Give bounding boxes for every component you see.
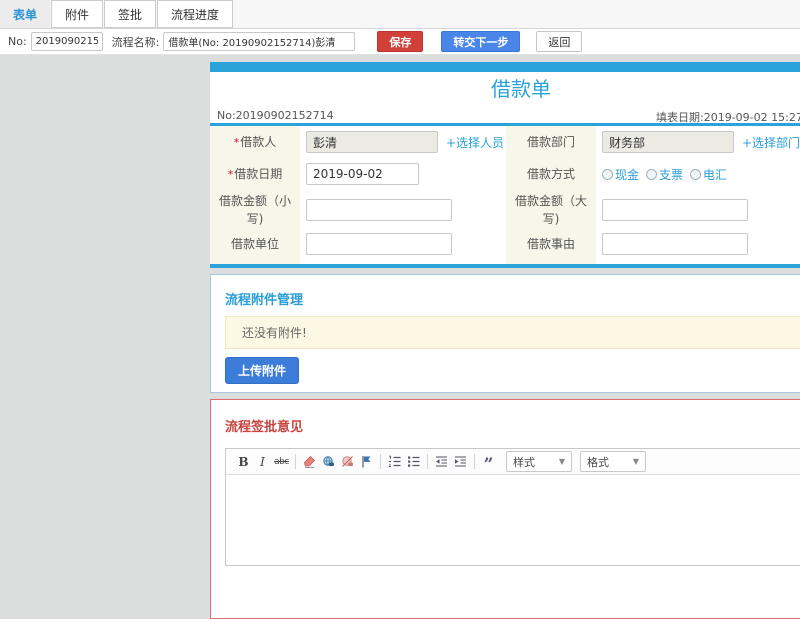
link-icon[interactable]: [319, 452, 338, 471]
no-input[interactable]: [30, 32, 103, 51]
reason-label: 借款事由: [506, 230, 596, 258]
anchor-flag-icon[interactable]: [357, 452, 376, 471]
bold-icon[interactable]: B: [234, 452, 253, 471]
amount-upper-input[interactable]: [602, 199, 748, 221]
amount-upper-field: [596, 190, 800, 230]
approval-section: 流程签批意见 B I abc ” 样式 ▼ 格式 ▼: [210, 399, 800, 619]
styles-combo[interactable]: 样式 ▼: [506, 451, 572, 472]
format-combo[interactable]: 格式 ▼: [580, 451, 646, 472]
flow-name-label: 流程名称:: [111, 35, 160, 49]
toolbar-separator: [427, 454, 428, 469]
back-button[interactable]: 返回: [536, 31, 583, 52]
blockquote-icon[interactable]: ”: [479, 452, 498, 475]
reason-input[interactable]: [602, 233, 748, 255]
toolbar-separator: [380, 454, 381, 469]
bulleted-list-icon[interactable]: [404, 452, 423, 471]
select-person-link[interactable]: +选择人员: [446, 134, 504, 151]
amount-lower-label: 借款金额（小写): [210, 190, 300, 230]
numbered-list-icon[interactable]: [385, 452, 404, 471]
department-field: +选择部门: [596, 126, 800, 158]
remove-format-icon[interactable]: [300, 452, 319, 471]
borrow-date-label: *借款日期: [210, 158, 300, 190]
borrower-label: *借款人: [210, 126, 300, 158]
chevron-down-icon: ▼: [558, 457, 565, 466]
tab-approval[interactable]: 签批: [104, 0, 157, 28]
reason-field: [596, 230, 800, 258]
unit-field: [300, 230, 506, 258]
borrower-field: +选择人员: [300, 126, 506, 158]
department-input[interactable]: [602, 131, 734, 153]
radio-circle[interactable]: [646, 168, 658, 180]
borrower-input[interactable]: [306, 131, 438, 153]
toolbar-separator: [474, 454, 475, 469]
select-department-link[interactable]: +选择部门: [742, 134, 800, 151]
form-number: No:20190902152714: [217, 109, 334, 122]
tab-progress[interactable]: 流程进度: [157, 0, 234, 28]
method-field: 现金 支票 电汇: [596, 158, 800, 190]
approval-section-title: 流程签批意见: [225, 420, 304, 435]
rich-text-editor: B I abc ” 样式 ▼ 格式 ▼: [225, 448, 800, 566]
strikethrough-icon[interactable]: abc: [272, 452, 291, 471]
form-meta-row: No:20190902152714 填表日期:2019-09-02 15:27:…: [210, 104, 800, 126]
no-attachment-alert: 还没有附件!: [225, 316, 800, 349]
tab-bar: 表单 附件 签批 流程进度: [0, 0, 800, 29]
no-label: No:: [8, 35, 27, 48]
next-step-button[interactable]: 转交下一步: [441, 31, 521, 52]
flow-name-input[interactable]: [163, 32, 356, 51]
indent-icon[interactable]: [451, 452, 470, 471]
method-label: 借款方式: [506, 158, 596, 190]
unlink-icon[interactable]: [338, 452, 357, 471]
radio-circle[interactable]: [602, 168, 613, 180]
loan-form: *借款人 +选择人员 借款部门 +选择部门 *借款日期 借款方式 现金 支票: [210, 126, 800, 264]
outdent-icon[interactable]: [432, 452, 451, 471]
amount-lower-field: [300, 190, 506, 230]
radio-cash[interactable]: 现金: [602, 166, 639, 183]
department-label: 借款部门: [506, 126, 596, 158]
upload-attachment-button[interactable]: 上传附件: [225, 357, 300, 384]
attachment-section: 流程附件管理 还没有附件! 上传附件: [210, 274, 800, 393]
required-mark: *: [233, 135, 240, 149]
save-button[interactable]: 保存: [377, 31, 424, 52]
tab-form[interactable]: 表单: [0, 0, 51, 28]
italic-icon[interactable]: I: [253, 452, 272, 471]
panel-top-bar: [210, 62, 800, 72]
toolbar: No: 流程名称: 保存 转交下一步 返回: [0, 29, 800, 55]
fill-date: 填表日期:2019-09-02 15:27:1: [656, 111, 800, 124]
radio-circle[interactable]: [690, 168, 702, 180]
borrow-date-field: [300, 158, 506, 190]
unit-label: 借款单位: [210, 230, 300, 258]
tab-attachments[interactable]: 附件: [51, 0, 104, 28]
unit-input[interactable]: [306, 233, 452, 255]
chevron-down-icon: ▼: [632, 457, 639, 466]
required-mark: *: [227, 167, 234, 181]
radio-wire[interactable]: 电汇: [690, 166, 727, 183]
attachment-section-title: 流程附件管理: [225, 293, 304, 308]
form-header: 借款单: [210, 72, 800, 104]
editor-content-area[interactable]: [226, 475, 800, 565]
amount-upper-label: 借款金额（大写): [506, 190, 596, 230]
toolbar-separator: [295, 454, 296, 469]
main-panel: 借款单 No:20190902152714 填表日期:2019-09-02 15…: [210, 62, 800, 619]
radio-check[interactable]: 支票: [646, 166, 683, 183]
page-title: 借款单: [491, 77, 551, 101]
amount-lower-input[interactable]: [306, 199, 452, 221]
borrow-date-input[interactable]: [306, 163, 419, 185]
